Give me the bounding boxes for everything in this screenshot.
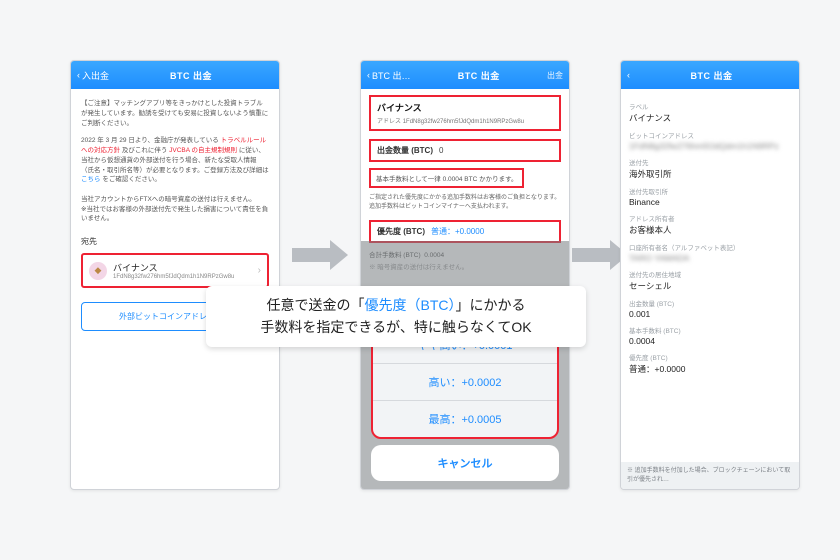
back-button-2[interactable]: ‹ BTC 出… (367, 69, 411, 82)
kv-loc-label: 送付先 (629, 157, 791, 167)
kv-owner-label: アドレス所有者 (629, 213, 791, 223)
phone-3: ‹ BTC 出金 ラベルバイナンス ビットコインアドレス1FdN8g32fw27… (620, 60, 800, 490)
header-1: ‹ 入出金 BTC 出金 (71, 61, 279, 89)
kv-label-value: バイナンス (629, 112, 791, 124)
submit-link[interactable]: 出金 (547, 70, 563, 81)
quantity-row[interactable]: 出金数量 (BTC) 0 (369, 139, 561, 162)
kv-ownername-label: 口座所有者名（アルファベット表記） (629, 242, 791, 252)
header-2: ‹ BTC 出… BTC 出金 出金 (361, 61, 569, 89)
dest-name-2: バイナンス (377, 101, 553, 114)
arrow-right-icon (292, 240, 348, 270)
wallet-icon: ◆ (89, 262, 107, 280)
back-label: 入出金 (82, 69, 109, 82)
annotation-callout: 任意で送金の「優先度（BTC）」にかかる 手数料を指定できるが、特に触らなくてO… (206, 286, 586, 347)
kv-amount-label: 出金数量 (BTC) (629, 298, 791, 308)
kv-ownername-value: TARO YAMADA (629, 253, 791, 263)
back-label: BTC 出… (372, 69, 411, 82)
kv-country-value: セーシェル (629, 280, 791, 292)
quantity-label: 出金数量 (BTC) (377, 145, 433, 156)
kv-loc-value: 海外取引所 (629, 168, 791, 180)
back-button-1[interactable]: ‹ 入出金 (77, 69, 109, 82)
dest-name: バイナンス (113, 261, 252, 274)
title-1: BTC 出金 (109, 69, 273, 82)
title-2: BTC 出金 (411, 69, 547, 82)
priority-row[interactable]: 優先度 (BTC) 普通：+0.0000 (369, 220, 561, 243)
kv-prio-label: 優先度 (BTC) (629, 352, 791, 362)
priority-value: 普通：+0.0000 (431, 226, 484, 237)
dest-block: バイナンス アドレス 1FdN8g32fw276hm5fJdQdm1h1N9RP… (369, 95, 561, 131)
chevron-right-icon: › (258, 265, 261, 276)
warning-text: 【ご注意】マッチングアプリ等をきっかけとした投資トラブルが発生しています。勧誘を… (81, 99, 269, 128)
kv-label-label: ラベル (629, 101, 791, 111)
phone-1: ‹ 入出金 BTC 出金 【ご注意】マッチングアプリ等をきっかけとした投資トラブ… (70, 60, 280, 490)
fee-note: ご指定された優先度にかかる追加手数料はお客様のご負担となります。 追加手数料はビ… (369, 194, 561, 212)
dest-label: 宛先 (81, 236, 269, 247)
dest-address: 1FdN8g32fw276hm5fJdQdm1h1N9RPzGw8u (113, 274, 252, 280)
notice-block: 2022 年 3 月 29 日より、金融庁が発表している トラベルルールへの対応… (81, 136, 269, 224)
kv-addr-value: 1FdN8g32fw276hm5fJdQdm1h1N9RPz (629, 141, 791, 151)
dest-addr-2: アドレス 1FdN8g32fw276hm5fJdQdm1h1N9RPzGw8u (377, 116, 553, 125)
destination-card[interactable]: ◆ バイナンス 1FdN8g32fw276hm5fJdQdm1h1N9RPzGw… (81, 253, 269, 288)
footer-note: ※ 追加手数料を付加した場合、ブロックチェーンにおいて取引が優先され… (621, 462, 799, 489)
header-3: ‹ BTC 出金 (621, 61, 799, 89)
kv-owner-value: お客様本人 (629, 224, 791, 236)
priority-label: 優先度 (BTC) (377, 226, 425, 237)
priority-option-high[interactable]: 高い：+0.0002 (373, 364, 557, 401)
quantity-value: 0 (439, 146, 443, 155)
chevron-left-icon: ‹ (367, 70, 370, 80)
title-3: BTC 出金 (630, 69, 793, 82)
phone-2: ‹ BTC 出… BTC 出金 出金 バイナンス アドレス 1FdN8g32fw… (360, 60, 570, 490)
kv-basefee-label: 基本手数料 (BTC) (629, 325, 791, 335)
kv-country-label: 送付先の居住地域 (629, 269, 791, 279)
basefee-text: 基本手数料として一律 0.0004 BTC かかります。 (369, 168, 524, 188)
kv-amount-value: 0.001 (629, 309, 791, 319)
kv-basefee-value: 0.0004 (629, 336, 791, 346)
chevron-left-icon: ‹ (77, 70, 80, 80)
kv-exch-label: 送付先取引所 (629, 186, 791, 196)
kv-prio-value: 普通：+0.0000 (629, 363, 791, 375)
kv-exch-value: Binance (629, 197, 791, 207)
kv-addr-label: ビットコインアドレス (629, 130, 791, 140)
cancel-button[interactable]: キャンセル (371, 445, 559, 481)
priority-option-max[interactable]: 最高：+0.0005 (373, 401, 557, 437)
